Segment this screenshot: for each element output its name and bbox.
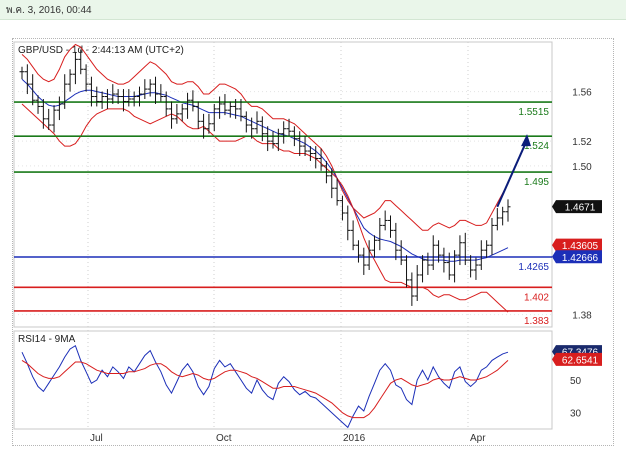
rsi-chart-title: RSI14 - 9MA [18,334,76,345]
y-tick-label: 1.56 [572,88,592,99]
price-tags-layer: 1.46711.436051.4266667.347662.6541 [552,200,602,366]
level-label: 1.4265 [518,262,549,273]
y-tick-label: 1.38 [572,311,592,322]
x-tick-label: Jul [90,433,103,444]
rsi-value-tag: 62.6541 [552,352,602,366]
level-label: 1.383 [524,316,549,327]
y-tick-label: 1.50 [572,162,592,173]
rsi-y-tick-label: 50 [570,376,582,387]
rsi-y-tick-label: 30 [570,409,582,420]
main-price-panel: GBP/USD - 1d - 2:44:13 AM (UTC+2) [13,41,553,328]
y-tick-label: 1.52 [572,137,592,148]
price-tag: 1.43605 [552,238,602,252]
price-tag: 1.42666 [552,250,602,264]
price-tag: 1.4671 [552,200,602,214]
svg-text:62.6541: 62.6541 [562,355,599,366]
level-label: 1.402 [524,292,549,303]
main-chart-title: GBP/USD - 1d - 2:44:13 AM (UTC+2) [18,45,184,56]
main-plot-area [13,41,553,328]
level-label: 1.5515 [518,107,549,118]
x-tick-label: 2016 [343,433,366,444]
x-tick-label: Apr [470,433,486,444]
chart-canvas: GBP/USD - 1d - 2:44:13 AM (UTC+2) RSI14 … [13,41,602,444]
svg-text:1.42666: 1.42666 [562,253,599,264]
svg-text:1.4671: 1.4671 [565,203,596,214]
x-tick-label: Oct [216,433,232,444]
level-label: 1.495 [524,177,549,188]
